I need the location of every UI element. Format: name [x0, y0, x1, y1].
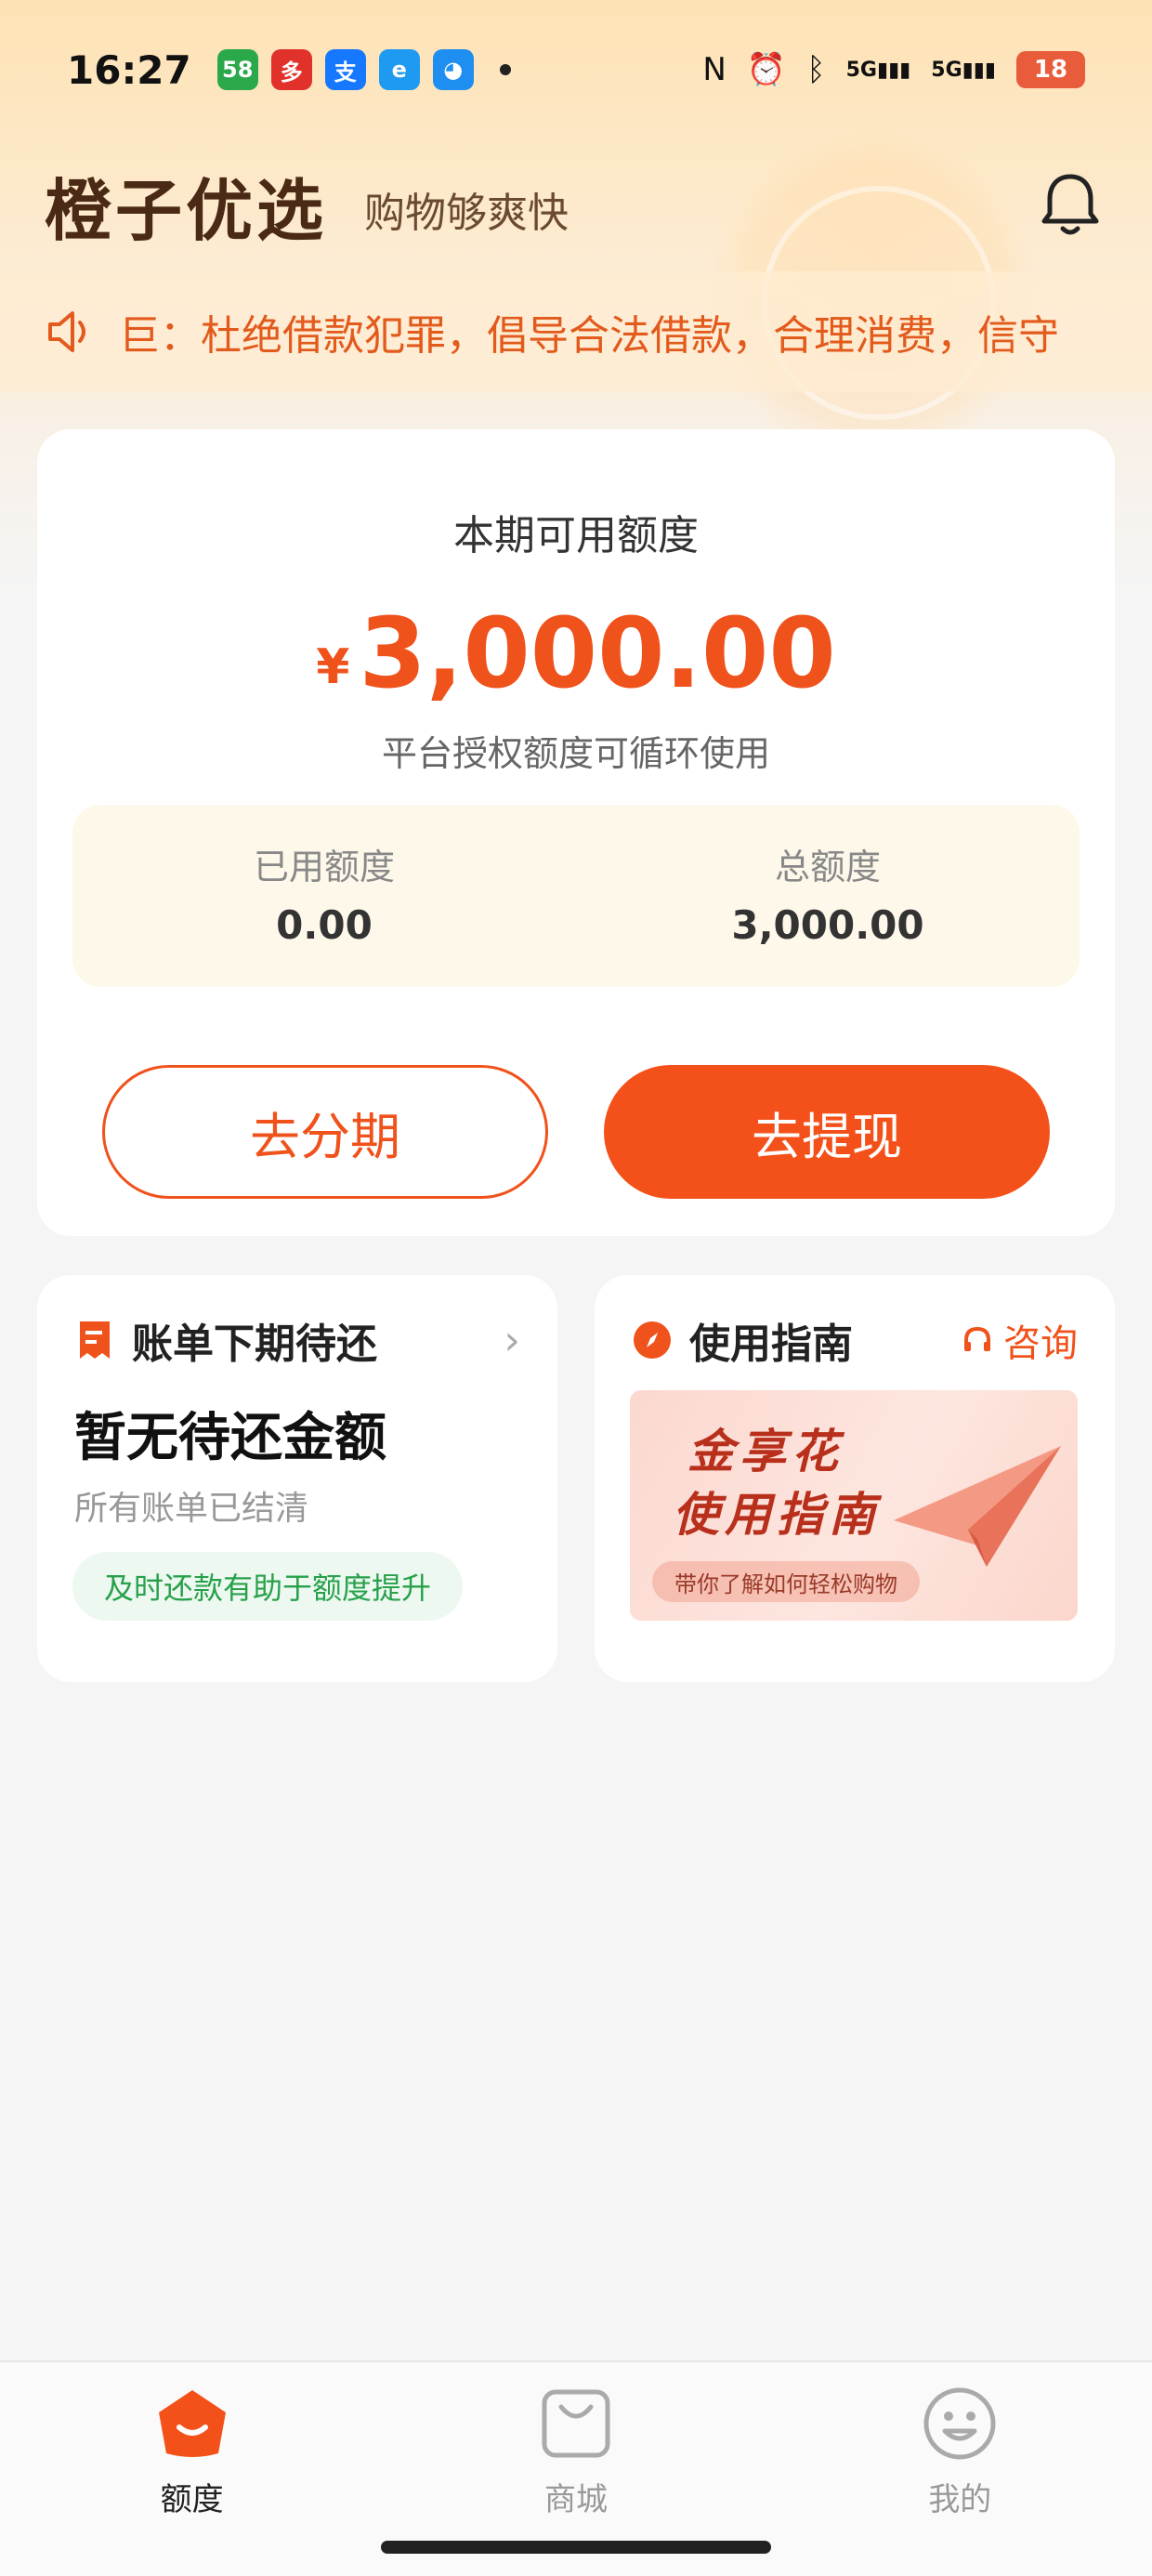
more-notifications-dot — [499, 64, 511, 75]
status-indicators: N ⏰ ᛒ 5G▮▮▮ 5G▮▮▮ 18 — [702, 51, 1085, 88]
used-credit-value: 0.00 — [276, 902, 373, 948]
app-title: 橙子优选 — [45, 171, 328, 250]
guide-banner-subtitle: 带你了解如何轻松购物 — [652, 1561, 920, 1602]
bill-card[interactable]: 账单下期待还 › 暂无待还金额 所有账单已结清 及时还款有助于额度提升 — [37, 1275, 557, 1682]
guide-card: 使用指南 咨询 金享花 使用指南 带你了解如何轻松购物 — [595, 1275, 1115, 1682]
bell-icon[interactable] — [1033, 167, 1107, 242]
bill-icon — [80, 1321, 110, 1359]
credit-stats: 已用额度 0.00 总额度 3,000.00 — [72, 805, 1080, 987]
bill-card-title: 账单下期待还 — [132, 1321, 377, 1368]
bluetooth-icon: ᛒ — [806, 51, 826, 88]
amount-value: 3,000.00 — [359, 597, 836, 710]
credit-card: 本期可用额度 ¥3,000.00 平台授权额度可循环使用 已用额度 0.00 总… — [37, 429, 1115, 1236]
total-credit-label: 总额度 — [774, 847, 881, 887]
consult-label: 咨询 — [1003, 1322, 1078, 1365]
withdraw-button[interactable]: 去提现 — [604, 1065, 1050, 1199]
alipay-app-icon: 支 — [324, 49, 366, 90]
used-credit-stat: 已用额度 0.00 — [72, 805, 576, 987]
alarm-icon: ⏰ — [746, 51, 787, 88]
signal-icon: 5G▮▮▮ — [931, 58, 996, 82]
chevron-right-icon[interactable]: › — [504, 1317, 520, 1364]
app-subtitle: 购物够爽快 — [364, 190, 569, 237]
app-header: 橙子优选 购物够爽快 — [45, 158, 1107, 251]
total-credit-stat: 总额度 3,000.00 — [576, 805, 1080, 987]
tab-credit[interactable]: 额度 — [0, 2362, 384, 2576]
battery-icon: 18 — [1016, 51, 1085, 88]
compass-icon — [634, 1321, 671, 1359]
guide-banner[interactable]: 金享花 使用指南 带你了解如何轻松购物 — [630, 1390, 1078, 1621]
58-app-icon: 58 — [216, 49, 258, 90]
home-indicator[interactable] — [381, 2541, 771, 2554]
pinduoduo-app-icon: 多 — [270, 49, 312, 90]
installment-button[interactable]: 去分期 — [102, 1065, 548, 1199]
bill-status-sub: 所有账单已结清 — [74, 1490, 309, 1528]
notice-text: 巨：杜绝借款犯罪，倡导合法借款，合理消费，信守 — [119, 312, 1059, 360]
credit-note: 平台授权额度可循环使用 — [381, 733, 770, 774]
bill-card-header: 账单下期待还 › — [74, 1312, 520, 1368]
speaker-icon — [48, 311, 85, 352]
eleme-app-icon: e — [378, 49, 420, 90]
available-credit-amount: ¥3,000.00 — [37, 597, 1115, 710]
bill-status: 暂无待还金额 — [74, 1408, 386, 1468]
paper-plane-icon — [894, 1446, 1061, 1567]
tab-label: 额度 — [160, 2481, 224, 2518]
headset-icon — [964, 1326, 990, 1351]
guide-banner-title-2: 使用指南 — [673, 1488, 881, 1542]
status-time: 16:27 — [67, 46, 191, 93]
tab-mine[interactable]: 我的 — [768, 2362, 1152, 2576]
status-bar: 16:27 58 多 支 e ◕ N ⏰ ᛒ 5G▮▮▮ 5G▮▮▮ 18 — [0, 0, 1152, 139]
guide-banner-title-1: 金享花 — [687, 1425, 844, 1479]
notification-app-icons: 58 多 支 e ◕ — [216, 49, 511, 90]
shopping-bag-icon — [542, 2389, 610, 2458]
currency-symbol: ¥ — [316, 639, 350, 695]
signal-icon: 5G▮▮▮ — [845, 58, 911, 82]
tab-label: 商城 — [543, 2481, 608, 2518]
guide-card-header: 使用指南 咨询 — [632, 1312, 1078, 1368]
guide-card-title: 使用指南 — [689, 1321, 853, 1368]
total-credit-value: 3,000.00 — [731, 902, 924, 948]
tab-label: 我的 — [928, 2481, 992, 2518]
nfc-icon: N — [702, 51, 727, 88]
consult-button[interactable]: 咨询 — [961, 1313, 1078, 1367]
available-credit-label: 本期可用额度 — [453, 512, 699, 559]
used-credit-label: 已用额度 — [253, 847, 395, 887]
repayment-tip-badge: 及时还款有助于额度提升 — [72, 1552, 464, 1621]
bird-app-icon: ◕ — [432, 49, 474, 90]
credit-tab-icon — [158, 2390, 226, 2457]
notice-bar[interactable]: 巨：杜绝借款犯罪，倡导合法借款，合理消费，信守 — [0, 271, 1152, 392]
smiley-icon — [923, 2387, 996, 2460]
